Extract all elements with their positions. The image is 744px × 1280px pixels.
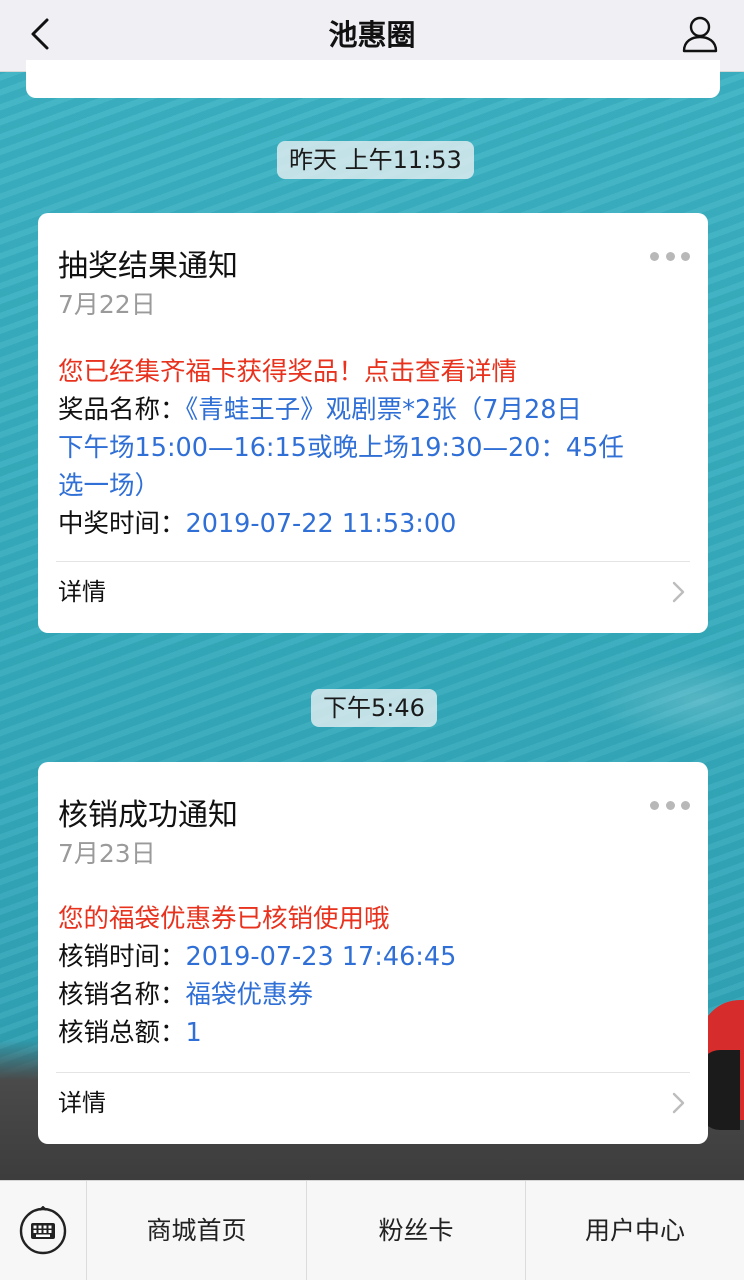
field-value: 2019-07-22 11:53:00 xyxy=(185,509,457,539)
highlight-text: 您的福袋优惠券已核销使用哦 xyxy=(58,904,390,934)
more-dots-icon[interactable] xyxy=(650,798,690,812)
field-row: 选一场） xyxy=(58,467,684,505)
field-label: 中奖时间： xyxy=(58,509,186,539)
chevron-right-icon xyxy=(672,1092,685,1114)
card-date: 7月23日 xyxy=(58,839,156,868)
previous-message-card[interactable] xyxy=(26,60,720,98)
card-date: 7月22日 xyxy=(58,290,156,319)
field-value: 2019-07-23 17:46:45 xyxy=(185,942,457,972)
field-row: 核销名称：福袋优惠券 xyxy=(58,976,684,1014)
nav-item-shop-home[interactable]: 商城首页 xyxy=(87,1181,306,1280)
detail-label: 详情 xyxy=(58,578,106,606)
message-timestamp: 昨天 上午11:53 xyxy=(277,141,474,179)
field-label: 核销名称： xyxy=(58,980,186,1010)
field-value: 1 xyxy=(185,1018,202,1048)
field-value: 福袋优惠券 xyxy=(185,980,314,1010)
chevron-right-icon xyxy=(672,581,685,603)
field-row: 中奖时间：2019-07-22 11:53:00 xyxy=(58,505,684,543)
user-profile-button[interactable] xyxy=(678,12,722,56)
field-row: 核销时间：2019-07-23 17:46:45 xyxy=(58,938,684,976)
detail-link[interactable]: 详情 xyxy=(56,561,690,621)
highlight-text: 您已经集齐福卡获得奖品！点击查看详情 xyxy=(58,357,518,387)
field-value: 下午场15:00—16:15或晚上场19:30—20：45任 xyxy=(58,433,624,463)
field-value: 《青蛙王子》观剧票*2张（7月28日 xyxy=(185,395,582,425)
field-value: 选一场） xyxy=(58,471,161,501)
lottery-result-card[interactable]: 抽奖结果通知 7月22日 您已经集齐福卡获得奖品！点击查看详情 奖品名称：《青蛙… xyxy=(38,213,708,633)
more-dots-icon[interactable] xyxy=(650,249,690,263)
keyboard-toggle-button[interactable] xyxy=(0,1181,87,1280)
detail-label: 详情 xyxy=(58,1089,106,1117)
field-label: 核销总额： xyxy=(58,1018,186,1048)
card-title: 核销成功通知 xyxy=(58,798,238,833)
card-body: 您的福袋优惠券已核销使用哦 核销时间：2019-07-23 17:46:45 核… xyxy=(58,900,684,1052)
field-row: 下午场15:00—16:15或晚上场19:30—20：45任 xyxy=(58,429,684,467)
redeem-success-card[interactable]: 核销成功通知 7月23日 您的福袋优惠券已核销使用哦 核销时间：2019-07-… xyxy=(38,762,708,1144)
keyboard-icon xyxy=(19,1206,67,1255)
field-row: 核销总额：1 xyxy=(58,1014,684,1052)
field-row: 奖品名称：《青蛙王子》观剧票*2张（7月28日 xyxy=(58,391,684,429)
user-icon xyxy=(682,16,718,53)
nav-item-fan-card[interactable]: 粉丝卡 xyxy=(307,1181,525,1280)
field-label: 核销时间： xyxy=(58,942,186,972)
card-body: 您已经集齐福卡获得奖品！点击查看详情 奖品名称：《青蛙王子》观剧票*2张（7月2… xyxy=(58,353,684,543)
message-timestamp: 下午5:46 xyxy=(311,689,437,727)
nav-item-user-center[interactable]: 用户中心 xyxy=(526,1181,744,1280)
field-label: 奖品名称： xyxy=(58,395,186,425)
bottom-menu-bar: 商城首页 粉丝卡 用户中心 xyxy=(0,1180,744,1280)
detail-link[interactable]: 详情 xyxy=(56,1072,690,1132)
card-title: 抽奖结果通知 xyxy=(58,249,238,284)
